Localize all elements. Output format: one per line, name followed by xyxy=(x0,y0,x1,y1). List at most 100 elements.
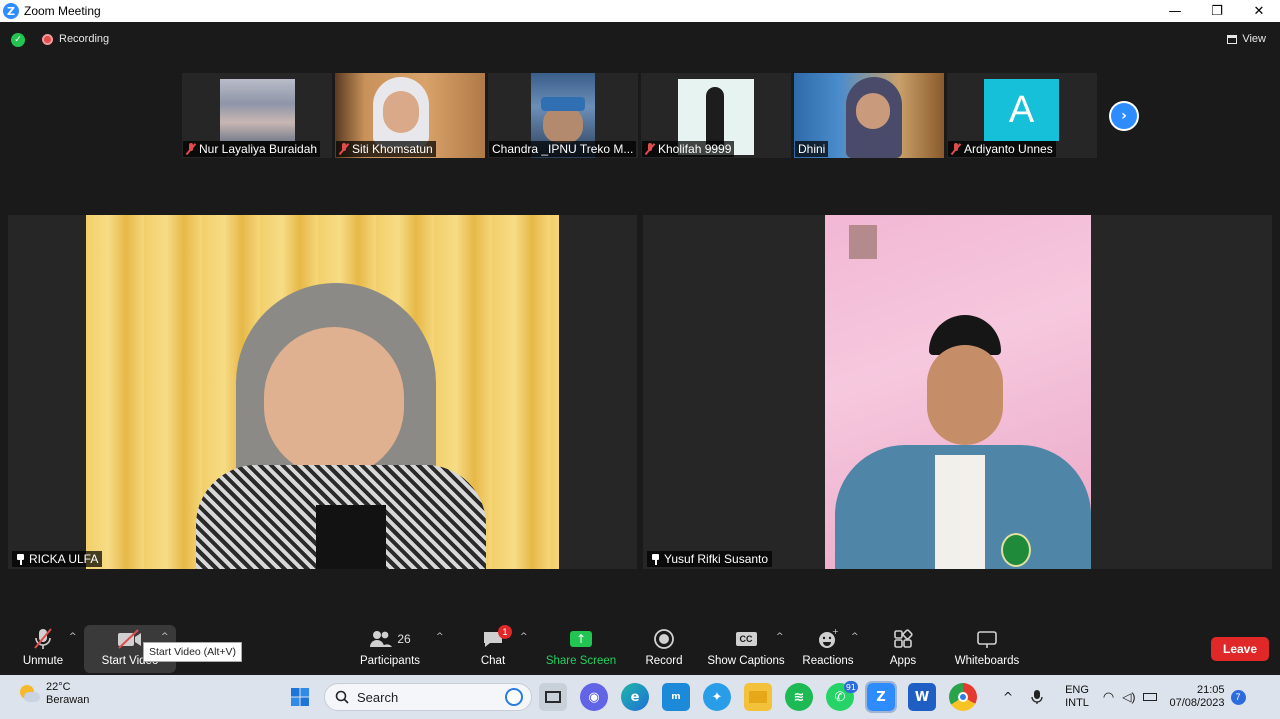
video-tile[interactable]: Yusuf Rifki Susanto xyxy=(643,215,1272,569)
chat-icon: 1 xyxy=(482,625,512,653)
notification-badge[interactable]: 7 xyxy=(1230,689,1246,705)
file-explorer-icon[interactable] xyxy=(744,683,772,711)
profile-picture xyxy=(220,79,295,141)
share-screen-label: Share Screen xyxy=(545,655,617,667)
video-options-chevron-icon[interactable]: ^ xyxy=(161,632,169,642)
unmute-label: Unmute xyxy=(22,655,64,667)
participant-name-label: Nur Layaliya Buraidah xyxy=(183,141,321,157)
clock-date: 07/08/2023 xyxy=(1169,697,1225,709)
closed-captions-icon: CC xyxy=(735,625,757,653)
maximize-button[interactable]: ❐ xyxy=(1196,0,1238,22)
view-button[interactable]: View xyxy=(1227,33,1266,45)
mic-muted-icon xyxy=(186,143,196,155)
encryption-shield-icon[interactable]: ✓ xyxy=(11,33,25,47)
captions-options-chevron-icon[interactable]: ^ xyxy=(776,632,784,642)
video-tile[interactable]: RICKA ULFA xyxy=(8,215,637,569)
spotify-icon[interactable]: ≋ xyxy=(785,683,813,711)
unmute-button[interactable]: Unmute xyxy=(18,625,68,673)
task-view-button[interactable] xyxy=(539,683,567,711)
share-screen-button[interactable]: ↑ Share Screen xyxy=(546,625,616,673)
myasus-icon[interactable]: m xyxy=(662,683,690,711)
view-grid-icon xyxy=(1227,34,1238,44)
language-indicator[interactable]: ENG INTL xyxy=(1065,684,1089,710)
svg-text:+: + xyxy=(832,628,839,636)
search-icon xyxy=(335,690,349,704)
participant-name-label: Siti Khomsatun xyxy=(336,141,436,157)
record-button[interactable]: Record xyxy=(642,625,686,673)
clock-time: 21:05 xyxy=(1197,684,1225,696)
teams-chat-icon[interactable]: ◉ xyxy=(580,683,608,711)
whiteboards-label: Whiteboards xyxy=(954,655,1020,667)
participant-video xyxy=(86,215,559,569)
participants-label: Participants xyxy=(359,655,421,667)
participants-button[interactable]: 26 Participants xyxy=(358,625,422,673)
whatsapp-icon[interactable]: ✆ 91 xyxy=(826,681,858,711)
show-captions-label: Show Captions xyxy=(707,655,785,667)
mic-muted-icon xyxy=(645,143,655,155)
weather-widget[interactable]: 22°C Berawan xyxy=(18,681,89,707)
chat-options-chevron-icon[interactable]: ^ xyxy=(520,632,528,642)
leave-button[interactable]: Leave xyxy=(1211,637,1269,661)
avatar: A xyxy=(984,79,1059,141)
participant-name: Chandra _IPNU Treko M... xyxy=(492,142,634,156)
participant-name-label: RICKA ULFA xyxy=(12,551,103,567)
recording-dot-icon xyxy=(42,33,53,45)
participant-name-label: Yusuf Rifki Susanto xyxy=(647,551,773,567)
zoom-taskbar-icon[interactable]: Z xyxy=(865,681,897,713)
title-bar: Z Zoom Meeting — ❐ ✕ xyxy=(0,0,1280,22)
participants-options-chevron-icon[interactable]: ^ xyxy=(436,632,444,642)
participant-thumbnail[interactable]: Chandra _IPNU Treko M... xyxy=(488,73,638,158)
apps-button[interactable]: Apps xyxy=(884,625,922,673)
whatsapp-badge: 91 xyxy=(843,681,858,693)
wifi-icon[interactable]: ◠ xyxy=(1103,689,1114,705)
participant-name-label: Ardiyanto Unnes xyxy=(948,141,1056,157)
reactions-options-chevron-icon[interactable]: ^ xyxy=(851,632,859,642)
participant-thumbnail[interactable]: Nur Layaliya Buraidah xyxy=(182,73,332,158)
word-icon[interactable]: W xyxy=(908,683,936,711)
participant-name: Siti Khomsatun xyxy=(352,142,433,156)
participant-name: Dhini xyxy=(798,142,826,156)
participant-name: RICKA ULFA xyxy=(29,552,99,566)
start-button[interactable] xyxy=(286,683,314,711)
edge-browser-icon[interactable]: e xyxy=(621,683,649,711)
recording-label: Recording xyxy=(59,33,110,45)
chrome-icon[interactable] xyxy=(949,683,977,711)
volume-icon[interactable]: ◁) xyxy=(1122,690,1135,704)
participant-thumbnail[interactable]: A Ardiyanto Unnes xyxy=(947,73,1097,158)
show-hidden-icons-chevron-icon[interactable]: ^ xyxy=(1003,690,1013,704)
participant-video xyxy=(825,215,1091,569)
minimize-button[interactable]: — xyxy=(1154,0,1196,22)
close-button[interactable]: ✕ xyxy=(1238,0,1280,22)
reactions-button[interactable]: + Reactions xyxy=(802,625,854,673)
partly-cloudy-icon xyxy=(18,683,40,705)
participants-count: 26 xyxy=(397,632,411,646)
participant-thumbnail[interactable]: Siti Khomsatun xyxy=(335,73,485,158)
mic-muted-icon xyxy=(32,625,54,653)
participant-name: Nur Layaliya Buraidah xyxy=(199,142,318,156)
clock[interactable]: 21:05 07/08/2023 xyxy=(1169,684,1224,710)
audio-options-chevron-icon[interactable]: ^ xyxy=(69,632,77,642)
chat-unread-badge: 1 xyxy=(498,625,512,639)
chat-label: Chat xyxy=(480,655,506,667)
language-code: ENG xyxy=(1065,684,1089,696)
participants-icon: 26 xyxy=(369,625,411,653)
show-captions-button[interactable]: CC Show Captions xyxy=(706,625,786,673)
taskbar-search-box[interactable]: Search xyxy=(324,683,532,711)
battery-icon[interactable] xyxy=(1143,693,1158,701)
participant-name-label: Kholifah 9999 xyxy=(642,141,735,157)
chat-button[interactable]: 1 Chat xyxy=(474,625,512,673)
participant-thumbnail[interactable]: Kholifah 9999 xyxy=(641,73,791,158)
bing-icon xyxy=(505,688,523,706)
participant-name-label: Dhini xyxy=(795,141,829,157)
reactions-icon: + xyxy=(817,625,839,653)
assistant-app-icon[interactable]: ✦ xyxy=(703,683,731,711)
next-page-button[interactable]: › xyxy=(1109,101,1139,131)
view-label: View xyxy=(1242,33,1266,45)
participant-thumbnail[interactable]: Dhini xyxy=(794,73,944,158)
recording-indicator[interactable]: Recording xyxy=(42,33,109,45)
apps-label: Apps xyxy=(889,655,917,667)
whiteboards-button[interactable]: Whiteboards xyxy=(952,625,1022,673)
participant-name: Yusuf Rifki Susanto xyxy=(664,552,769,566)
windows-logo-icon xyxy=(291,688,309,706)
weather-description: Berawan xyxy=(46,694,90,706)
